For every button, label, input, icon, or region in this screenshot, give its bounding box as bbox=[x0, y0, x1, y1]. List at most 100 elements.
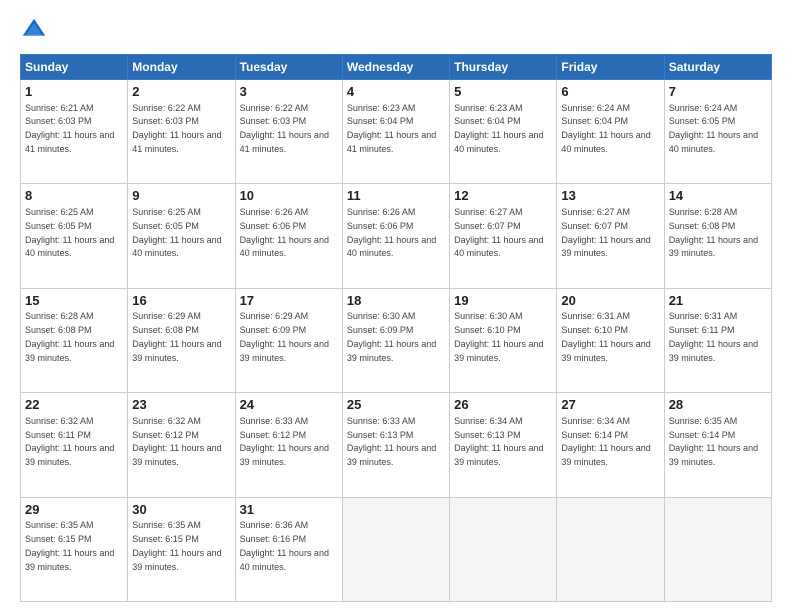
day-info: Sunrise: 6:31 AMSunset: 6:10 PMDaylight:… bbox=[561, 311, 650, 362]
day-number: 12 bbox=[454, 187, 552, 205]
day-number: 29 bbox=[25, 501, 123, 519]
day-number: 27 bbox=[561, 396, 659, 414]
day-info: Sunrise: 6:28 AMSunset: 6:08 PMDaylight:… bbox=[669, 207, 758, 258]
calendar-day-cell: 18 Sunrise: 6:30 AMSunset: 6:09 PMDaylig… bbox=[342, 288, 449, 392]
calendar-day-cell: 20 Sunrise: 6:31 AMSunset: 6:10 PMDaylig… bbox=[557, 288, 664, 392]
calendar-week-row: 29 Sunrise: 6:35 AMSunset: 6:15 PMDaylig… bbox=[21, 497, 772, 601]
day-info: Sunrise: 6:23 AMSunset: 6:04 PMDaylight:… bbox=[347, 103, 436, 154]
day-number: 14 bbox=[669, 187, 767, 205]
calendar-day-cell: 31 Sunrise: 6:36 AMSunset: 6:16 PMDaylig… bbox=[235, 497, 342, 601]
calendar-day-cell: 25 Sunrise: 6:33 AMSunset: 6:13 PMDaylig… bbox=[342, 393, 449, 497]
calendar-week-row: 22 Sunrise: 6:32 AMSunset: 6:11 PMDaylig… bbox=[21, 393, 772, 497]
day-number: 15 bbox=[25, 292, 123, 310]
day-info: Sunrise: 6:27 AMSunset: 6:07 PMDaylight:… bbox=[561, 207, 650, 258]
calendar-day-cell: 26 Sunrise: 6:34 AMSunset: 6:13 PMDaylig… bbox=[450, 393, 557, 497]
calendar-week-row: 1 Sunrise: 6:21 AMSunset: 6:03 PMDayligh… bbox=[21, 80, 772, 184]
day-info: Sunrise: 6:25 AMSunset: 6:05 PMDaylight:… bbox=[132, 207, 221, 258]
header bbox=[20, 16, 772, 44]
calendar: SundayMondayTuesdayWednesdayThursdayFrid… bbox=[20, 54, 772, 602]
day-number: 18 bbox=[347, 292, 445, 310]
day-info: Sunrise: 6:24 AMSunset: 6:05 PMDaylight:… bbox=[669, 103, 758, 154]
day-info: Sunrise: 6:30 AMSunset: 6:10 PMDaylight:… bbox=[454, 311, 543, 362]
calendar-day-cell bbox=[664, 497, 771, 601]
day-number: 21 bbox=[669, 292, 767, 310]
day-number: 10 bbox=[240, 187, 338, 205]
day-info: Sunrise: 6:33 AMSunset: 6:12 PMDaylight:… bbox=[240, 416, 329, 467]
logo-icon bbox=[20, 16, 48, 44]
calendar-day-cell: 6 Sunrise: 6:24 AMSunset: 6:04 PMDayligh… bbox=[557, 80, 664, 184]
day-number: 16 bbox=[132, 292, 230, 310]
calendar-day-cell bbox=[342, 497, 449, 601]
calendar-day-cell: 28 Sunrise: 6:35 AMSunset: 6:14 PMDaylig… bbox=[664, 393, 771, 497]
day-number: 13 bbox=[561, 187, 659, 205]
day-info: Sunrise: 6:21 AMSunset: 6:03 PMDaylight:… bbox=[25, 103, 114, 154]
day-info: Sunrise: 6:30 AMSunset: 6:09 PMDaylight:… bbox=[347, 311, 436, 362]
day-info: Sunrise: 6:26 AMSunset: 6:06 PMDaylight:… bbox=[347, 207, 436, 258]
calendar-header-sunday: Sunday bbox=[21, 55, 128, 80]
day-number: 11 bbox=[347, 187, 445, 205]
page: SundayMondayTuesdayWednesdayThursdayFrid… bbox=[0, 0, 792, 612]
calendar-header-thursday: Thursday bbox=[450, 55, 557, 80]
day-number: 24 bbox=[240, 396, 338, 414]
calendar-day-cell: 3 Sunrise: 6:22 AMSunset: 6:03 PMDayligh… bbox=[235, 80, 342, 184]
calendar-day-cell: 24 Sunrise: 6:33 AMSunset: 6:12 PMDaylig… bbox=[235, 393, 342, 497]
calendar-day-cell: 19 Sunrise: 6:30 AMSunset: 6:10 PMDaylig… bbox=[450, 288, 557, 392]
day-info: Sunrise: 6:22 AMSunset: 6:03 PMDaylight:… bbox=[240, 103, 329, 154]
day-info: Sunrise: 6:34 AMSunset: 6:13 PMDaylight:… bbox=[454, 416, 543, 467]
day-info: Sunrise: 6:32 AMSunset: 6:11 PMDaylight:… bbox=[25, 416, 114, 467]
day-info: Sunrise: 6:33 AMSunset: 6:13 PMDaylight:… bbox=[347, 416, 436, 467]
day-number: 20 bbox=[561, 292, 659, 310]
day-number: 22 bbox=[25, 396, 123, 414]
day-number: 7 bbox=[669, 83, 767, 101]
calendar-day-cell: 22 Sunrise: 6:32 AMSunset: 6:11 PMDaylig… bbox=[21, 393, 128, 497]
calendar-day-cell bbox=[450, 497, 557, 601]
calendar-header-friday: Friday bbox=[557, 55, 664, 80]
calendar-header-row: SundayMondayTuesdayWednesdayThursdayFrid… bbox=[21, 55, 772, 80]
day-info: Sunrise: 6:35 AMSunset: 6:15 PMDaylight:… bbox=[132, 520, 221, 571]
day-info: Sunrise: 6:26 AMSunset: 6:06 PMDaylight:… bbox=[240, 207, 329, 258]
day-info: Sunrise: 6:31 AMSunset: 6:11 PMDaylight:… bbox=[669, 311, 758, 362]
day-number: 5 bbox=[454, 83, 552, 101]
day-number: 4 bbox=[347, 83, 445, 101]
day-number: 1 bbox=[25, 83, 123, 101]
day-info: Sunrise: 6:22 AMSunset: 6:03 PMDaylight:… bbox=[132, 103, 221, 154]
calendar-day-cell: 29 Sunrise: 6:35 AMSunset: 6:15 PMDaylig… bbox=[21, 497, 128, 601]
calendar-day-cell: 17 Sunrise: 6:29 AMSunset: 6:09 PMDaylig… bbox=[235, 288, 342, 392]
calendar-day-cell: 13 Sunrise: 6:27 AMSunset: 6:07 PMDaylig… bbox=[557, 184, 664, 288]
day-number: 26 bbox=[454, 396, 552, 414]
calendar-header-tuesday: Tuesday bbox=[235, 55, 342, 80]
calendar-day-cell: 12 Sunrise: 6:27 AMSunset: 6:07 PMDaylig… bbox=[450, 184, 557, 288]
calendar-day-cell: 7 Sunrise: 6:24 AMSunset: 6:05 PMDayligh… bbox=[664, 80, 771, 184]
day-number: 28 bbox=[669, 396, 767, 414]
calendar-day-cell: 30 Sunrise: 6:35 AMSunset: 6:15 PMDaylig… bbox=[128, 497, 235, 601]
calendar-day-cell: 4 Sunrise: 6:23 AMSunset: 6:04 PMDayligh… bbox=[342, 80, 449, 184]
calendar-day-cell: 11 Sunrise: 6:26 AMSunset: 6:06 PMDaylig… bbox=[342, 184, 449, 288]
day-number: 31 bbox=[240, 501, 338, 519]
day-info: Sunrise: 6:35 AMSunset: 6:15 PMDaylight:… bbox=[25, 520, 114, 571]
calendar-day-cell: 21 Sunrise: 6:31 AMSunset: 6:11 PMDaylig… bbox=[664, 288, 771, 392]
day-number: 30 bbox=[132, 501, 230, 519]
day-info: Sunrise: 6:36 AMSunset: 6:16 PMDaylight:… bbox=[240, 520, 329, 571]
day-info: Sunrise: 6:23 AMSunset: 6:04 PMDaylight:… bbox=[454, 103, 543, 154]
calendar-day-cell: 1 Sunrise: 6:21 AMSunset: 6:03 PMDayligh… bbox=[21, 80, 128, 184]
day-info: Sunrise: 6:28 AMSunset: 6:08 PMDaylight:… bbox=[25, 311, 114, 362]
calendar-day-cell: 27 Sunrise: 6:34 AMSunset: 6:14 PMDaylig… bbox=[557, 393, 664, 497]
calendar-header-saturday: Saturday bbox=[664, 55, 771, 80]
calendar-day-cell: 8 Sunrise: 6:25 AMSunset: 6:05 PMDayligh… bbox=[21, 184, 128, 288]
calendar-day-cell: 5 Sunrise: 6:23 AMSunset: 6:04 PMDayligh… bbox=[450, 80, 557, 184]
calendar-header-monday: Monday bbox=[128, 55, 235, 80]
day-number: 19 bbox=[454, 292, 552, 310]
calendar-day-cell: 9 Sunrise: 6:25 AMSunset: 6:05 PMDayligh… bbox=[128, 184, 235, 288]
day-info: Sunrise: 6:29 AMSunset: 6:09 PMDaylight:… bbox=[240, 311, 329, 362]
logo bbox=[20, 16, 52, 44]
day-number: 6 bbox=[561, 83, 659, 101]
calendar-day-cell: 14 Sunrise: 6:28 AMSunset: 6:08 PMDaylig… bbox=[664, 184, 771, 288]
day-info: Sunrise: 6:34 AMSunset: 6:14 PMDaylight:… bbox=[561, 416, 650, 467]
calendar-day-cell: 2 Sunrise: 6:22 AMSunset: 6:03 PMDayligh… bbox=[128, 80, 235, 184]
day-info: Sunrise: 6:32 AMSunset: 6:12 PMDaylight:… bbox=[132, 416, 221, 467]
day-number: 23 bbox=[132, 396, 230, 414]
day-number: 25 bbox=[347, 396, 445, 414]
day-number: 2 bbox=[132, 83, 230, 101]
calendar-header-wednesday: Wednesday bbox=[342, 55, 449, 80]
calendar-day-cell: 10 Sunrise: 6:26 AMSunset: 6:06 PMDaylig… bbox=[235, 184, 342, 288]
